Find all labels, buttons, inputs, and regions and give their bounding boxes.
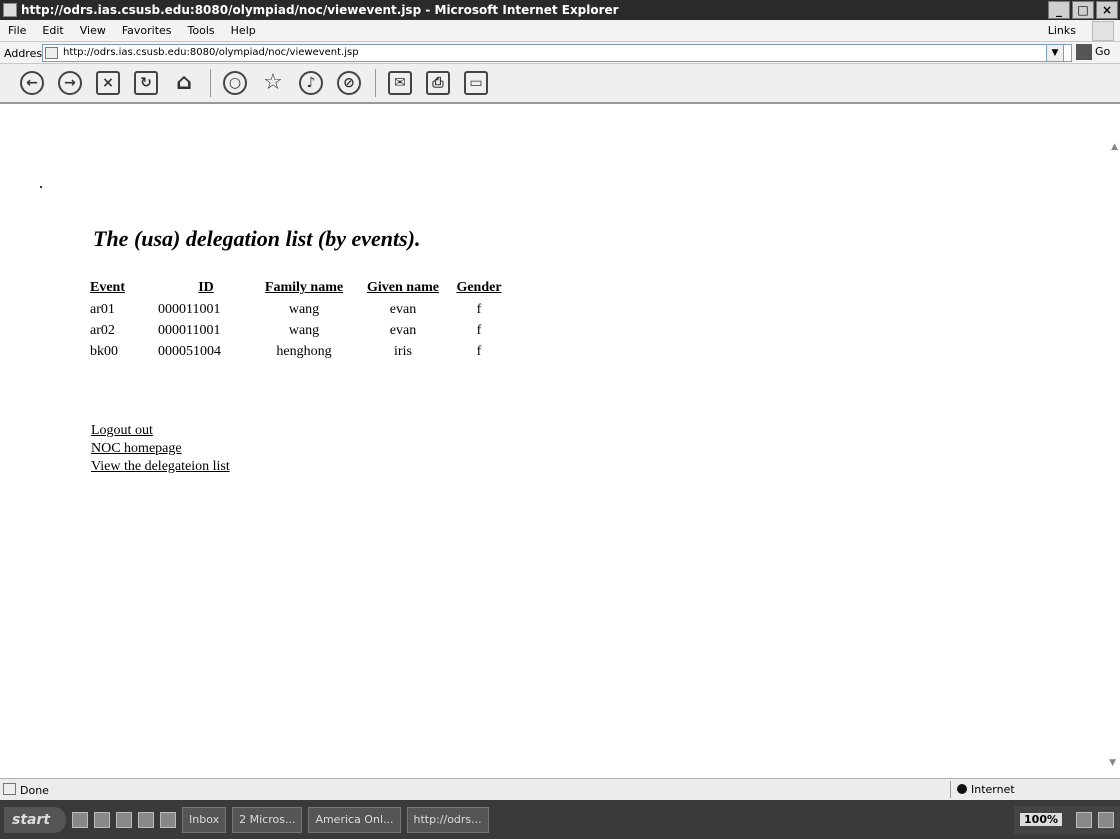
cell-given-name: evan (389, 323, 417, 338)
menu-bar: File Edit View Favorites Tools Help Link… (0, 20, 1120, 42)
status-text: Done (20, 784, 49, 797)
minimize-button[interactable]: _ (1048, 1, 1070, 19)
window-title: http://odrs.ias.csusb.edu:8080/olympiad/… (21, 3, 619, 17)
forward-icon[interactable]: → (58, 71, 82, 95)
taskbar: start Inbox 2 Micros... America Onl... h… (0, 800, 1120, 839)
cell-event: ar01 (90, 302, 115, 317)
header-given-name: Given name (367, 280, 439, 295)
go-label: Go (1095, 45, 1111, 58)
logout-link[interactable]: Logout out (91, 422, 230, 440)
page-icon (45, 47, 58, 59)
print-icon[interactable]: ⎙ (426, 71, 450, 95)
menu-edit[interactable]: Edit (34, 24, 71, 37)
back-icon[interactable]: ← (20, 71, 44, 95)
table-row: ar01 000011001 wang evan f (90, 300, 506, 321)
stop-icon[interactable]: × (96, 71, 120, 95)
header-id: ID (198, 280, 214, 295)
taskbar-item-aol[interactable]: America Onl... (308, 806, 401, 833)
nav-links: Logout out NOC homepage View the delegat… (91, 422, 230, 476)
status-bar: Done Internet (0, 778, 1120, 800)
toolbar-separator (210, 69, 211, 97)
cell-event: bk00 (90, 344, 118, 359)
address-dropdown-button[interactable]: ▼ (1046, 44, 1064, 62)
quicklaunch-desktop-icon[interactable] (116, 811, 132, 828)
page-title: The (usa) delegation list (by events). (93, 226, 421, 251)
ie-icon (3, 3, 17, 17)
globe-icon (957, 784, 967, 794)
home-icon[interactable]: ⌂ (172, 71, 196, 95)
cell-gender: f (476, 302, 482, 317)
folder-icon[interactable]: ▭ (464, 71, 488, 95)
scroll-down-icon[interactable]: ▼ (1109, 758, 1116, 768)
noc-homepage-link[interactable]: NOC homepage (91, 440, 230, 458)
cell-family-name: wang (288, 302, 320, 317)
stray-dot (40, 186, 42, 188)
maximize-button[interactable]: □ (1072, 1, 1094, 19)
taskbar-item-word[interactable]: 2 Micros... (232, 806, 303, 833)
menu-file[interactable]: File (0, 24, 34, 37)
cell-family-name: henghong (276, 344, 332, 359)
page-content: ▲ The (usa) delegation list (by events).… (0, 106, 1120, 778)
page-status-icon (3, 783, 16, 795)
windows-logo-icon (1092, 21, 1114, 41)
cell-id: 000011001 (158, 323, 221, 338)
taskbar-item-ie[interactable]: http://odrs... (406, 806, 489, 833)
table-row: ar02 000011001 wang evan f (90, 321, 506, 342)
window-controls: _ □ × (1048, 1, 1118, 19)
header-family-name: Family name (264, 280, 344, 295)
tray-volume-icon[interactable] (1098, 811, 1114, 828)
toolbar-separator (375, 69, 376, 97)
menu-view[interactable]: View (72, 24, 114, 37)
menu-tools[interactable]: Tools (180, 24, 223, 37)
cell-given-name: iris (394, 344, 412, 359)
media-icon[interactable]: ♪ (299, 71, 323, 95)
table-row: bk00 000051004 henghong iris f (90, 342, 506, 363)
taskbar-item-inbox[interactable]: Inbox (182, 806, 227, 833)
go-button[interactable]: Go (1076, 44, 1110, 60)
cell-id: 000011001 (158, 302, 221, 317)
quicklaunch-app-icon[interactable] (160, 811, 176, 828)
header-gender: Gender (456, 280, 502, 295)
menu-help[interactable]: Help (223, 24, 264, 37)
refresh-icon[interactable]: ↻ (134, 71, 158, 95)
mail-icon[interactable]: ✉ (388, 71, 412, 95)
address-url: http://odrs.ias.csusb.edu:8080/olympiad/… (63, 47, 359, 58)
zone-label: Internet (971, 783, 1015, 796)
toolbar: ← → × ↻ ⌂ ○ ☆ ♪ ⊘ ✉ ⎙ ▭ (0, 64, 1120, 104)
header-event: Event (90, 280, 125, 295)
cell-given-name: evan (389, 302, 417, 317)
quicklaunch-ie-icon[interactable] (72, 811, 88, 828)
cell-event: ar02 (90, 323, 115, 338)
delegation-table: Event ID Family name Given name Gender a… (90, 278, 506, 363)
tray-network-icon[interactable] (1076, 811, 1092, 828)
address-bar: Address http://odrs.ias.csusb.edu:8080/o… (0, 42, 1120, 64)
address-input[interactable]: http://odrs.ias.csusb.edu:8080/olympiad/… (42, 44, 1072, 62)
quicklaunch-app-icon[interactable] (138, 811, 154, 828)
system-tray: 100% (1014, 805, 1120, 834)
cell-family-name: wang (288, 323, 320, 338)
table-header-row: Event ID Family name Given name Gender (90, 278, 506, 300)
quicklaunch-outlook-icon[interactable] (94, 811, 110, 828)
start-button[interactable]: start (4, 806, 66, 833)
title-bar: http://odrs.ias.csusb.edu:8080/olympiad/… (0, 0, 1120, 20)
cell-id: 000051004 (158, 344, 221, 359)
go-arrow-icon (1076, 44, 1092, 60)
security-zone: Internet (950, 781, 1070, 798)
view-delegation-list-link[interactable]: View the delegateion list (91, 458, 230, 476)
close-button[interactable]: × (1096, 1, 1118, 19)
favorites-icon[interactable]: ☆ (261, 71, 285, 95)
cell-gender: f (476, 344, 482, 359)
zoom-indicator[interactable]: 100% (1020, 813, 1062, 826)
search-icon[interactable]: ○ (223, 71, 247, 95)
scroll-up-icon[interactable]: ▲ (1111, 142, 1118, 152)
cell-gender: f (476, 323, 482, 338)
menu-favorites[interactable]: Favorites (114, 24, 180, 37)
links-button[interactable]: Links (1048, 24, 1076, 37)
history-icon[interactable]: ⊘ (337, 71, 361, 95)
